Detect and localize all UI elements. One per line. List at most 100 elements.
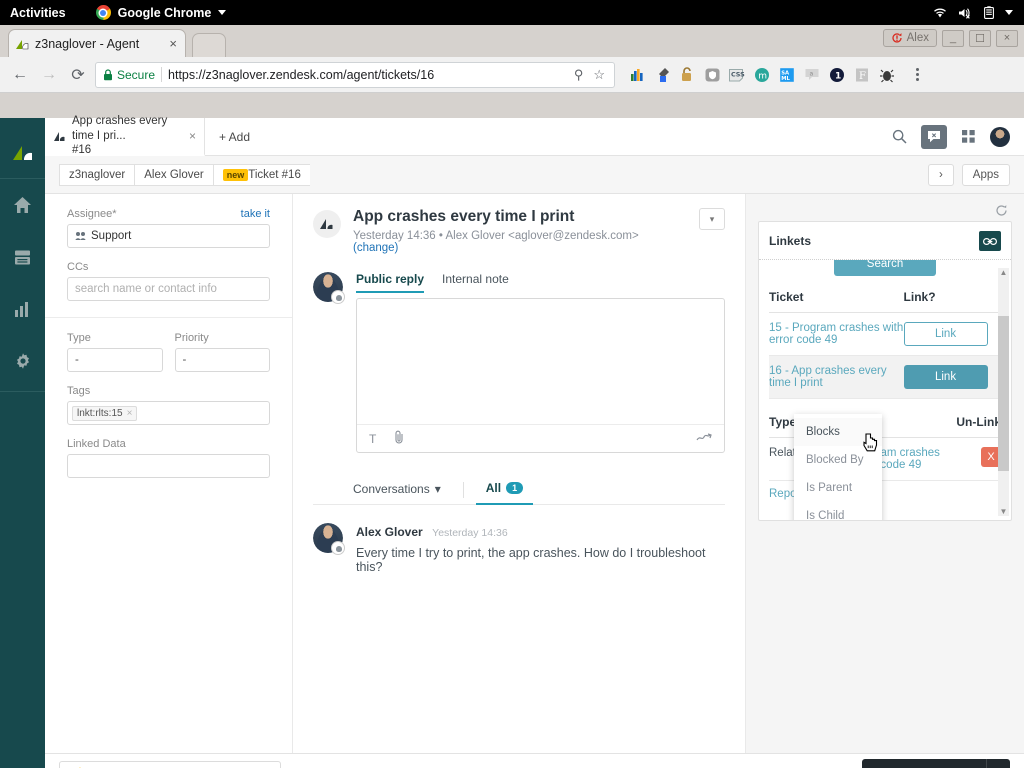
tag-chip[interactable]: lnkt:rlts:15 × bbox=[72, 406, 137, 421]
assignee-input[interactable]: Support bbox=[67, 224, 270, 248]
tags-input[interactable]: lnkt:rlts:15 × bbox=[67, 401, 270, 425]
dropdown-item-is-parent[interactable]: Is Parent bbox=[794, 474, 882, 502]
ticket-tab[interactable]: App crashes every time I pri... #16 × bbox=[45, 118, 205, 156]
m-extension-icon[interactable]: m bbox=[751, 64, 773, 86]
take-it-link[interactable]: take it bbox=[241, 208, 270, 220]
back-arrow-icon[interactable]: ← bbox=[8, 63, 32, 87]
breadcrumb-ticket[interactable]: new Ticket #16 bbox=[213, 164, 310, 186]
submit-button[interactable]: Submit as New bbox=[862, 759, 987, 768]
status-chevron-down-icon[interactable] bbox=[1005, 10, 1013, 15]
ticket-header-icon bbox=[313, 210, 341, 238]
bug-extension-icon[interactable] bbox=[876, 64, 898, 86]
link-icon[interactable] bbox=[979, 231, 1001, 251]
tab-all-label: All bbox=[486, 481, 501, 495]
sidebar-item-reporting[interactable] bbox=[0, 283, 45, 335]
assignee-label: Assignee* bbox=[67, 208, 117, 220]
assignee-value: Support bbox=[91, 230, 131, 242]
reply-textarea[interactable] bbox=[357, 299, 724, 424]
link-button[interactable]: Link bbox=[904, 322, 988, 346]
composer-box: T bbox=[356, 298, 725, 453]
apply-macro-select[interactable]: ⚡ Apply macro ▾ bbox=[59, 761, 281, 768]
tag-remove-icon[interactable]: × bbox=[127, 408, 133, 419]
search-icon[interactable] bbox=[892, 129, 907, 144]
priority-select[interactable]: - bbox=[175, 348, 271, 372]
address-bar[interactable]: Secure https://z3naglover.zendesk.com/ag… bbox=[95, 62, 615, 88]
user-avatar[interactable] bbox=[990, 127, 1010, 147]
link-type-dropdown[interactable]: Blocks Blocked By Is Parent Is Child Rel… bbox=[794, 414, 882, 520]
shield-extension-icon[interactable] bbox=[701, 64, 723, 86]
lock-icon bbox=[103, 69, 113, 81]
os-status-area[interactable] bbox=[933, 6, 1013, 19]
scroll-up-arrow-icon[interactable]: ▲ bbox=[998, 268, 1009, 277]
sidebar-item-settings[interactable] bbox=[0, 335, 45, 387]
eyedropper-extension-icon[interactable] bbox=[651, 64, 673, 86]
breadcrumb-user[interactable]: Alex Glover bbox=[134, 164, 212, 186]
svg-text:F: F bbox=[859, 71, 866, 82]
apps-grid-icon[interactable] bbox=[961, 129, 976, 144]
sidebar-item-home[interactable] bbox=[0, 179, 45, 231]
text-format-icon[interactable]: T bbox=[369, 432, 376, 446]
scrollbar-thumb[interactable] bbox=[998, 316, 1009, 471]
ccs-field-group: CCs search name or contact info bbox=[67, 261, 270, 301]
breadcrumb-org[interactable]: z3naglover bbox=[59, 164, 134, 186]
reload-icon[interactable]: ⟳ bbox=[66, 63, 90, 87]
conversation-message: Alex Glover Yesterday 14:36 Every time I… bbox=[313, 505, 725, 574]
linked-data-input[interactable] bbox=[67, 454, 270, 478]
chrome-window: z3naglover - Agent × Alex _ ☐ × bbox=[0, 25, 1024, 768]
apps-scrollbar[interactable]: ▲ ▼ bbox=[998, 268, 1009, 516]
table-row: 15 - Program crashes with error code 49 … bbox=[769, 313, 1001, 356]
expand-panel-button[interactable]: › bbox=[928, 164, 954, 186]
type-select[interactable]: - bbox=[67, 348, 163, 372]
ticket-options-button[interactable]: ▾ bbox=[699, 208, 725, 230]
signature-icon[interactable] bbox=[696, 431, 712, 447]
chrome-profile-button[interactable]: Alex bbox=[883, 29, 937, 47]
new-tab-button[interactable] bbox=[192, 33, 226, 57]
tab-internal-note[interactable]: Internal note bbox=[442, 272, 509, 293]
search-row-action: Link bbox=[904, 356, 1001, 399]
one-badge-extension-icon[interactable]: 1 bbox=[826, 64, 848, 86]
add-tab-button[interactable]: + Add bbox=[205, 118, 264, 155]
linkets-search-button[interactable]: Search bbox=[834, 260, 936, 276]
chart-extension-icon[interactable] bbox=[626, 64, 648, 86]
zendesk-tabbar: App crashes every time I pri... #16 × + … bbox=[45, 118, 1024, 156]
app-menu-chrome[interactable]: Google Chrome bbox=[96, 5, 227, 20]
secure-indicator[interactable]: Secure bbox=[103, 68, 155, 82]
ticket-tab-close-icon[interactable]: × bbox=[189, 129, 196, 144]
change-requester-link[interactable]: (change) bbox=[353, 242, 398, 254]
scroll-down-arrow-icon[interactable]: ▼ bbox=[998, 507, 1009, 516]
dropdown-item-is-child[interactable]: Is Child bbox=[794, 502, 882, 520]
tab-all[interactable]: All 1 bbox=[476, 475, 533, 505]
quote-extension-icon[interactable]: a bbox=[801, 64, 823, 86]
f-extension-icon[interactable]: F bbox=[851, 64, 873, 86]
submit-dropdown-button[interactable]: ▾ bbox=[986, 759, 1010, 768]
forward-arrow-icon[interactable]: → bbox=[37, 63, 61, 87]
star-icon[interactable]: ☆ bbox=[591, 67, 607, 83]
search-row-ticket[interactable]: 16 - App crashes every time I print bbox=[769, 356, 904, 399]
window-maximize-button[interactable]: ☐ bbox=[969, 30, 991, 47]
ccs-input[interactable]: search name or contact info bbox=[67, 277, 270, 301]
search-row-ticket[interactable]: 15 - Program crashes with error code 49 bbox=[769, 313, 904, 356]
chat-icon[interactable] bbox=[921, 125, 947, 149]
linked-data-label: Linked Data bbox=[67, 438, 270, 450]
lock-extension-icon[interactable] bbox=[676, 64, 698, 86]
browser-tab[interactable]: z3naglover - Agent × bbox=[8, 29, 186, 57]
saml-extension-icon[interactable]: SA ML bbox=[776, 64, 798, 86]
window-minimize-button[interactable]: _ bbox=[942, 30, 964, 47]
window-close-button[interactable]: × bbox=[996, 30, 1018, 47]
search-icon[interactable]: ⚲ bbox=[572, 67, 586, 83]
conversations-filter[interactable]: Conversations ▾ bbox=[343, 476, 451, 504]
message-avatar bbox=[313, 523, 343, 553]
table-header-row: Ticket Link? bbox=[769, 288, 1001, 313]
zendesk-logo-icon[interactable] bbox=[0, 126, 45, 178]
tab-public-reply[interactable]: Public reply bbox=[356, 272, 424, 293]
css-extension-icon[interactable]: CSS bbox=[726, 64, 748, 86]
kebab-menu-icon[interactable] bbox=[907, 68, 927, 81]
sidebar-item-views[interactable] bbox=[0, 231, 45, 283]
browser-tab-close-icon[interactable]: × bbox=[167, 36, 179, 51]
attachment-icon[interactable] bbox=[394, 430, 405, 447]
activities-button[interactable]: Activities bbox=[10, 6, 66, 20]
link-button-active[interactable]: Link bbox=[904, 365, 988, 389]
apps-refresh-button[interactable] bbox=[758, 202, 1012, 221]
apps-button[interactable]: Apps bbox=[962, 164, 1010, 186]
battery-icon bbox=[984, 6, 994, 19]
